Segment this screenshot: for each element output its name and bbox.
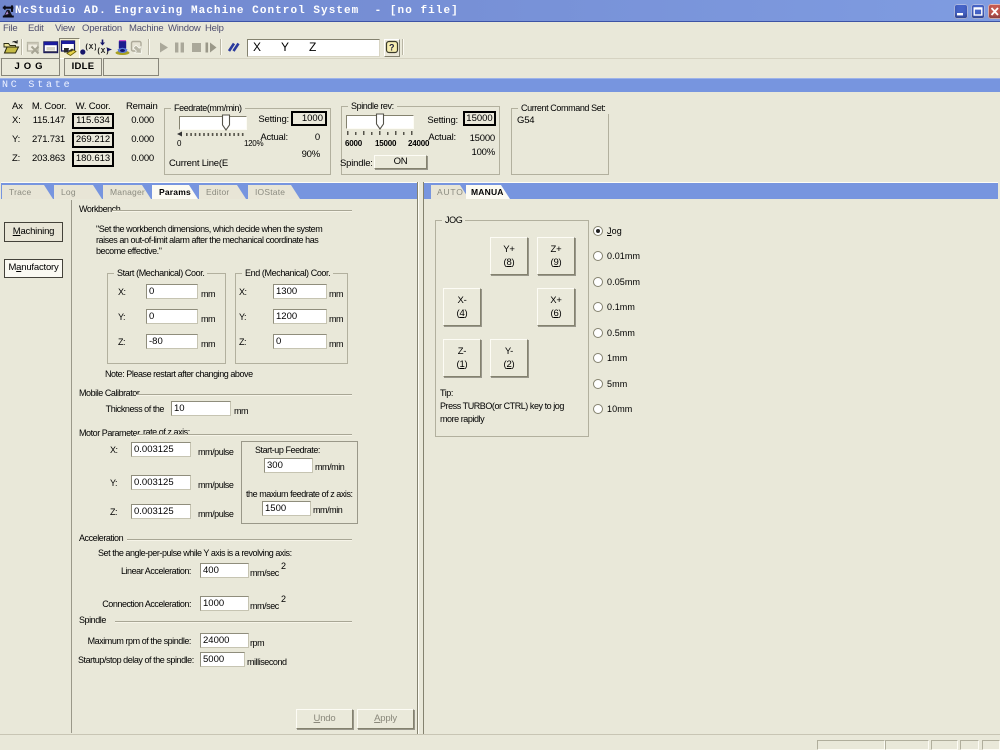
svg-text:(X): (X) xyxy=(85,44,97,52)
svg-text:?: ? xyxy=(389,43,394,53)
